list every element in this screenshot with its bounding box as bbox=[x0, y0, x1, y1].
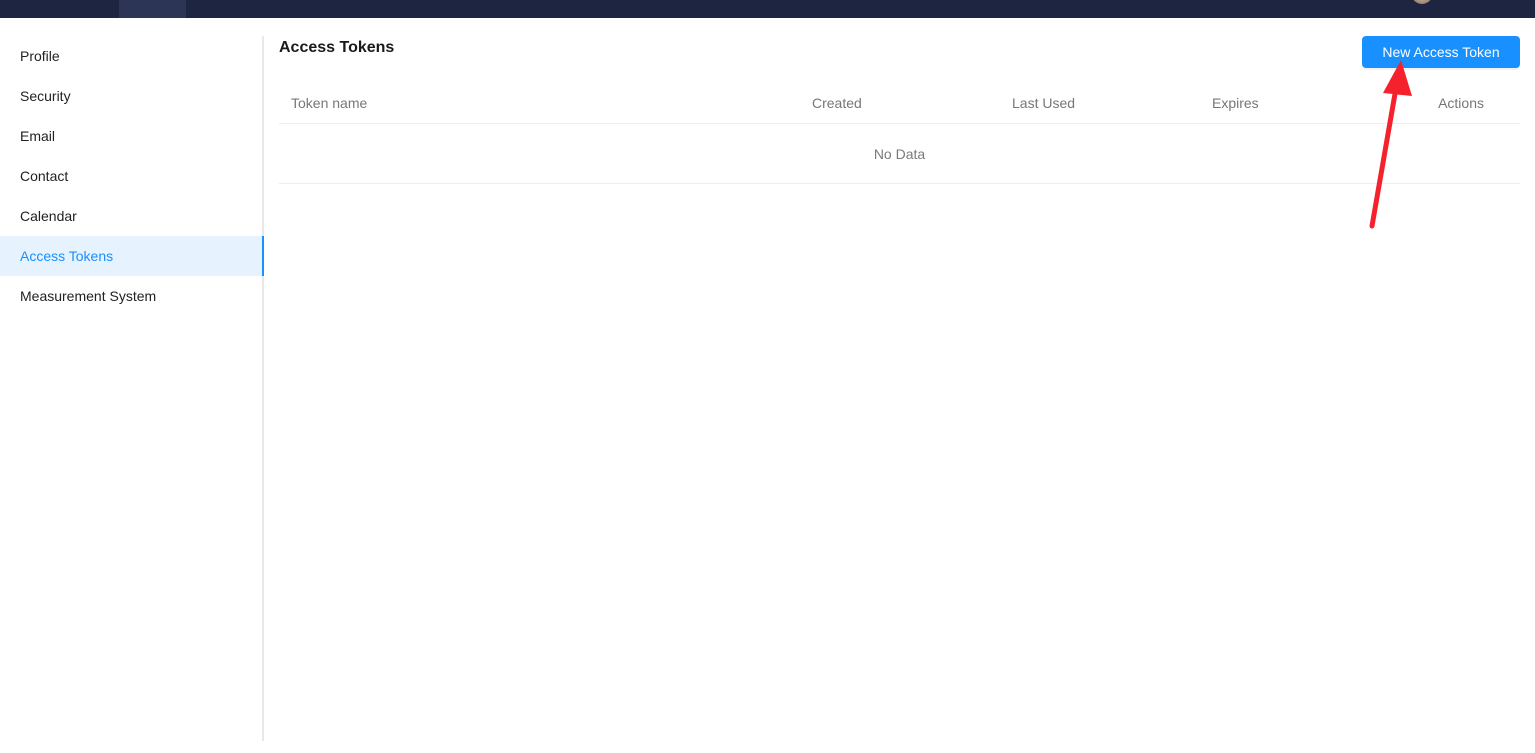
column-header-created: Created bbox=[812, 95, 862, 111]
table-header: Token name Created Last Used Expires Act… bbox=[279, 83, 1520, 124]
column-header-last-used: Last Used bbox=[1012, 95, 1076, 111]
main-content: Access Tokens New Access Token Token nam… bbox=[279, 36, 1520, 741]
sidebar-item-calendar[interactable]: Calendar bbox=[0, 196, 262, 236]
settings-sidebar: Profile Security Email Contact Calendar … bbox=[0, 36, 264, 741]
column-header-actions: Actions bbox=[1438, 95, 1484, 111]
new-access-token-button[interactable]: New Access Token bbox=[1362, 36, 1520, 68]
sidebar-item-contact[interactable]: Contact bbox=[0, 156, 262, 196]
table-empty-state: No Data bbox=[279, 124, 1520, 184]
top-navbar bbox=[0, 0, 1535, 18]
column-header-token-name: Token name bbox=[291, 95, 368, 111]
sidebar-item-measurement-system[interactable]: Measurement System bbox=[0, 276, 262, 316]
sidebar-item-access-tokens[interactable]: Access Tokens bbox=[0, 236, 264, 276]
page-title: Access Tokens bbox=[279, 39, 395, 56]
column-header-expires: Expires bbox=[1212, 95, 1259, 111]
sidebar-item-email[interactable]: Email bbox=[0, 116, 262, 156]
sidebar-item-security[interactable]: Security bbox=[0, 76, 262, 116]
access-tokens-table: Token name Created Last Used Expires Act… bbox=[279, 83, 1520, 184]
user-avatar[interactable] bbox=[1411, 0, 1433, 4]
topbar-active-tab[interactable] bbox=[119, 0, 186, 18]
sidebar-item-profile[interactable]: Profile bbox=[0, 36, 262, 76]
